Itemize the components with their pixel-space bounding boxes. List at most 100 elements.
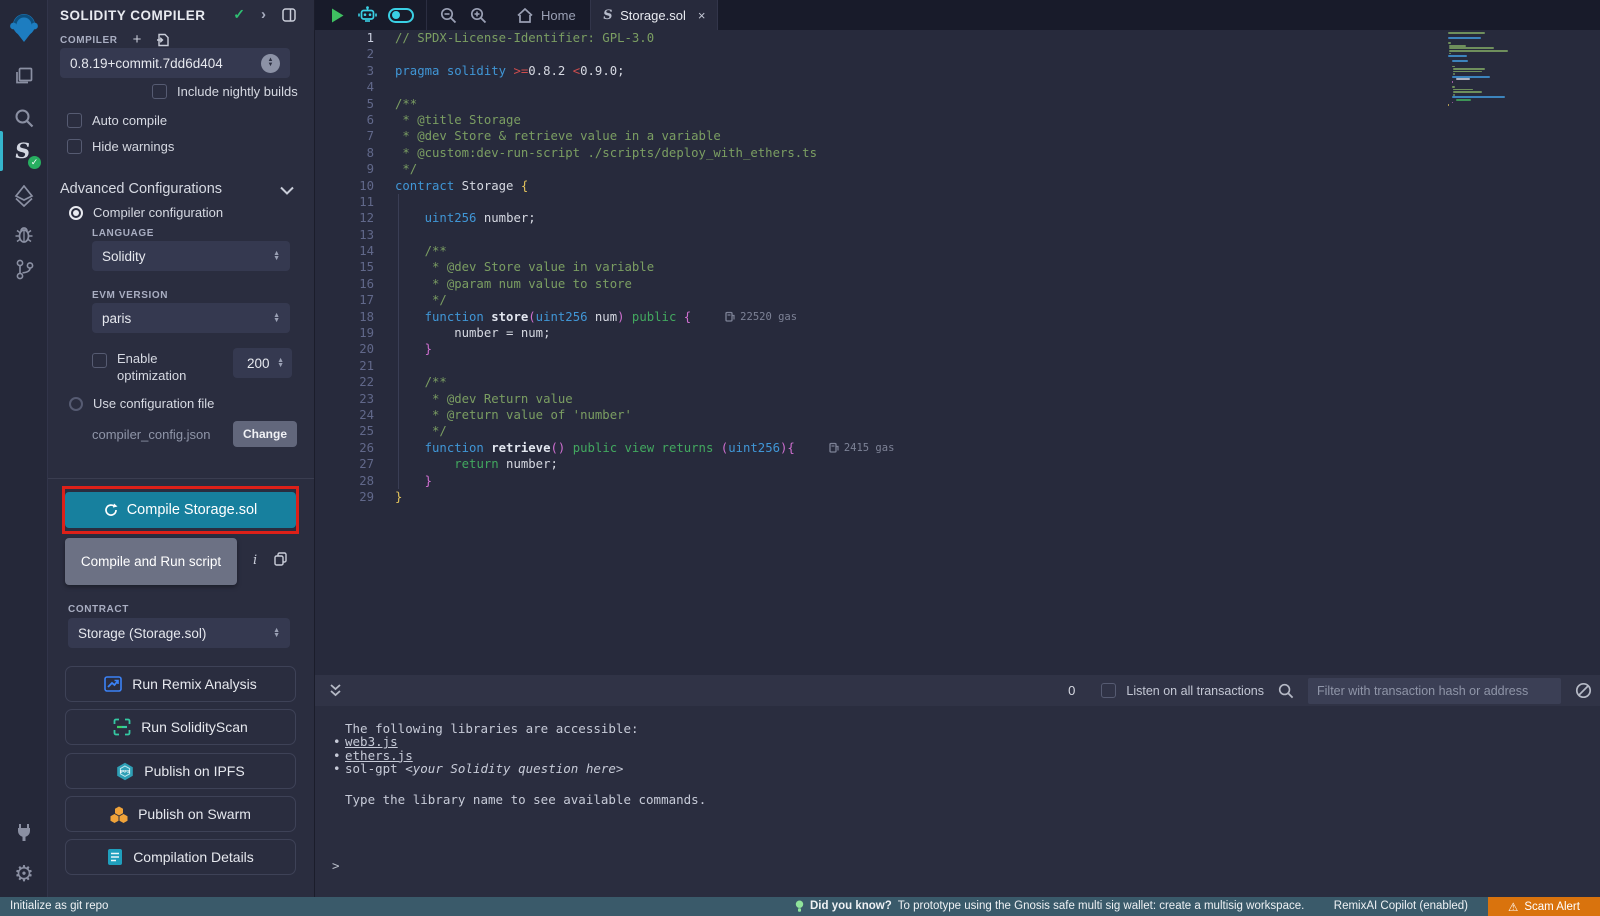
code-line: 25 */ <box>315 423 1600 439</box>
copy-icon[interactable] <box>274 552 287 566</box>
swarm-icon <box>110 806 128 823</box>
code-line: 4 <box>315 79 1600 95</box>
advanced-configurations-header[interactable]: Advanced Configurations <box>60 181 222 197</box>
optimization-runs-input[interactable]: 200 ▲▼ <box>233 348 292 378</box>
compilation-details-button[interactable]: Compilation Details <box>65 839 296 875</box>
tab-home[interactable]: Home <box>503 0 590 30</box>
compiler-configuration-radio[interactable] <box>69 206 83 220</box>
copilot-status[interactable]: RemixAI Copilot (enabled) <box>1334 897 1468 916</box>
tab-storage-sol[interactable]: S Storage.sol × <box>590 0 719 30</box>
refresh-icon <box>104 503 118 517</box>
terminal-line: •sol-gpt <your Solidity question here> <box>345 762 706 775</box>
zoom-in-button[interactable] <box>463 0 493 30</box>
solidityscan-icon <box>113 718 131 736</box>
robot-icon <box>358 6 377 24</box>
code-editor[interactable]: 1// SPDX-License-Identifier: GPL-3.023pr… <box>315 30 1600 705</box>
details-icon <box>107 848 123 866</box>
listen-transactions-checkbox[interactable] <box>1101 683 1116 698</box>
search-icon[interactable] <box>1278 683 1294 699</box>
run-script-button[interactable] <box>322 0 352 30</box>
git-init-button[interactable]: Initialize as git repo <box>10 897 108 916</box>
scam-alert-button[interactable]: ⚠ Scam Alert <box>1488 897 1600 916</box>
nightly-builds-checkbox[interactable] <box>152 84 167 99</box>
version-stepper-icon[interactable]: ▲▼ <box>261 54 280 73</box>
code-line: 16 * @param num value to store <box>315 276 1600 292</box>
code-line: 26 function retrieve() public view retur… <box>315 440 1600 456</box>
terminal-header: 0 Listen on all transactions <box>315 675 1600 706</box>
rail-remix-logo[interactable] <box>0 8 48 48</box>
terminal[interactable]: The following libraries are accessible:•… <box>315 706 1600 897</box>
terminal-line: Type the library name to see available c… <box>345 793 706 806</box>
rail-debugger[interactable] <box>0 214 48 254</box>
load-compiler-icon[interactable] <box>156 33 169 47</box>
svg-text:IPFS: IPFS <box>120 769 130 774</box>
evm-version-select[interactable]: paris ▲▼ <box>92 303 290 333</box>
code-line: 12 uint256 number; <box>315 210 1600 226</box>
rail-files[interactable] <box>0 56 48 96</box>
compiler-version-select[interactable]: 0.8.19+commit.7dd6d404 ▲▼ <box>60 48 290 78</box>
code-line: 13 <box>315 227 1600 243</box>
close-tab-icon[interactable]: × <box>698 8 706 23</box>
terminal-line: •ethers.js <box>345 749 706 762</box>
auto-compile-checkbox[interactable] <box>67 113 82 128</box>
compiler-configuration-label: Compiler configuration <box>93 205 223 220</box>
rail-git[interactable] <box>0 249 48 289</box>
rail-solidity-compiler[interactable]: S✓ <box>0 133 48 173</box>
gas-estimate: 2415 gas <box>829 440 895 456</box>
indent-guide <box>398 194 399 489</box>
remixai-assistant-button[interactable] <box>352 0 382 30</box>
contract-select[interactable]: Storage (Storage.sol) ▲▼ <box>68 618 290 648</box>
compile-button[interactable]: Compile Storage.sol <box>65 492 296 528</box>
run-remix-analysis-button[interactable]: Run Remix Analysis <box>65 666 296 702</box>
analysis-icon <box>104 676 122 692</box>
terminal-line: •web3.js <box>345 735 706 748</box>
language-select[interactable]: Solidity ▲▼ <box>92 241 290 271</box>
run-solidityscan-button[interactable]: Run SolidityScan <box>65 709 296 745</box>
code-line: 9 */ <box>315 161 1600 177</box>
hide-warnings-label: Hide warnings <box>92 139 174 154</box>
select-arrows-icon: ▲▼ <box>273 313 280 323</box>
zoom-out-button[interactable] <box>433 0 463 30</box>
code-line: 1// SPDX-License-Identifier: GPL-3.0 <box>315 30 1600 46</box>
transaction-count: 0 <box>1068 683 1075 698</box>
transaction-filter-input[interactable] <box>1308 678 1561 704</box>
config-file-name[interactable]: compiler_config.json <box>92 427 211 442</box>
rail-deploy-run[interactable] <box>0 176 48 216</box>
chevron-right-icon[interactable]: › <box>261 6 266 23</box>
publish-on-swarm-button[interactable]: Publish on Swarm <box>65 796 296 832</box>
clear-filter-icon[interactable] <box>1575 682 1592 699</box>
gas-pump-icon <box>725 311 735 322</box>
compile-and-run-button[interactable]: Compile and Run script <box>65 538 237 585</box>
hide-warnings-checkbox[interactable] <box>67 139 82 154</box>
terminal-prompt[interactable]: > <box>332 858 340 873</box>
info-icon[interactable]: i <box>253 553 257 568</box>
rail-plugin-manager[interactable] <box>0 812 48 852</box>
copilot-toggle[interactable] <box>382 0 420 30</box>
code-line: 28 } <box>315 473 1600 489</box>
auto-compile-label: Auto compile <box>92 113 167 128</box>
pin-panel-icon[interactable] <box>282 8 296 22</box>
settings-icon: ⚙ <box>14 861 34 887</box>
change-config-button[interactable]: Change <box>233 421 297 447</box>
publish-on-ipfs-button[interactable]: IPFSPublish on IPFS <box>65 753 296 789</box>
nightly-builds-label: Include nightly builds <box>177 84 298 99</box>
add-compiler-icon[interactable]: + <box>133 34 142 46</box>
status-bar: Initialize as git repo Did you know? To … <box>0 897 1600 916</box>
gas-pump-icon <box>829 442 839 453</box>
chevron-down-icon[interactable] <box>280 186 294 195</box>
collapse-terminal-button[interactable] <box>329 683 342 698</box>
code-line: 3pragma solidity >=0.8.2 <0.9.0; <box>315 63 1600 79</box>
tip-bold: Did you know? <box>810 897 892 916</box>
panel-title: SOLIDITY COMPILER <box>60 8 206 23</box>
play-icon <box>331 8 344 23</box>
rail-settings[interactable]: ⚙ <box>0 854 48 894</box>
use-configuration-file-radio[interactable] <box>69 397 83 411</box>
tip-text: To prototype using the Gnosis safe multi… <box>898 897 1305 916</box>
code-line: 5/** <box>315 96 1600 112</box>
toggle-icon <box>388 8 414 23</box>
minimap[interactable] <box>1448 32 1534 107</box>
rail-search[interactable] <box>0 98 48 138</box>
main-area: Home S Storage.sol × 1// SPDX-License-Id… <box>315 0 1600 897</box>
enable-optimization-checkbox[interactable] <box>92 353 107 368</box>
runs-stepper-icon[interactable]: ▲▼ <box>277 358 284 368</box>
